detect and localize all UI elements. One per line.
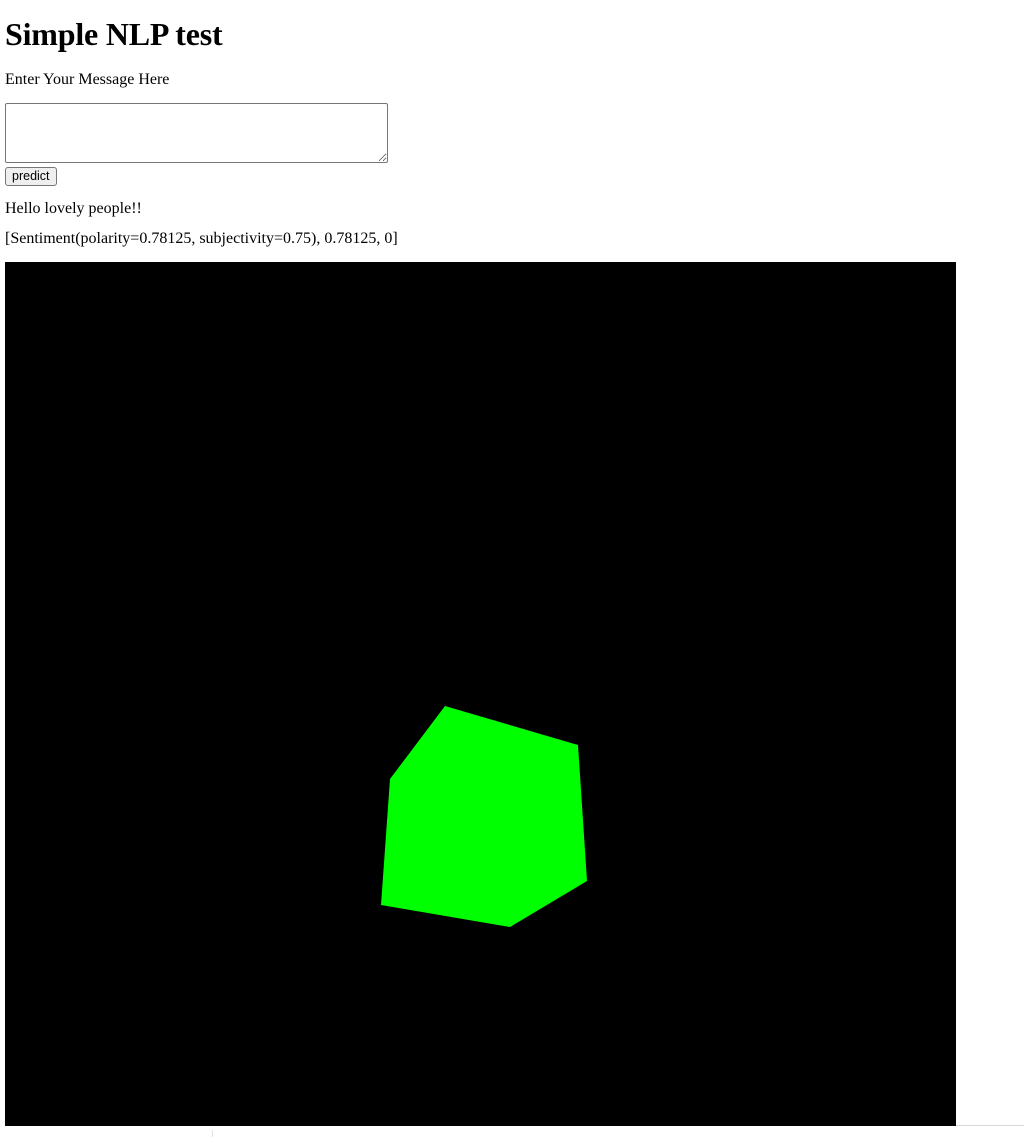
echo-message-text: Hello lovely people!!	[5, 200, 142, 217]
predict-button[interactable]: predict	[5, 167, 57, 186]
scene-canvas[interactable]	[5, 262, 956, 1126]
message-prompt-label: Enter Your Message Here	[5, 71, 170, 88]
page: Simple NLP test Enter Your Message Here …	[0, 0, 1024, 1137]
page-title: Simple NLP test	[5, 16, 223, 52]
sentiment-result-text: [Sentiment(polarity=0.78125, subjectivit…	[5, 230, 398, 247]
scene-background	[5, 262, 956, 1126]
scene-svg	[5, 262, 956, 1126]
divider-line	[956, 1125, 1024, 1126]
divider-tick	[212, 1130, 213, 1137]
message-input[interactable]	[5, 103, 388, 163]
